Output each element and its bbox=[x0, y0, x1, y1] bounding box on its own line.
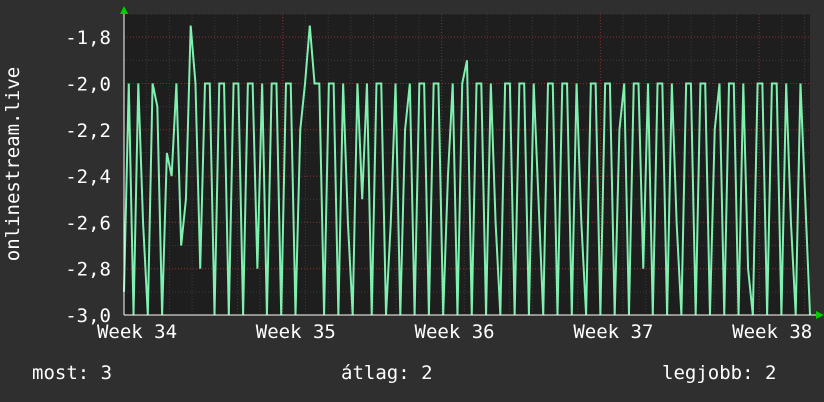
y-tick-label: -2,2 bbox=[65, 120, 111, 142]
x-tick-label: Week 37 bbox=[573, 321, 653, 343]
y-axis-label: onlinestream.live bbox=[2, 67, 24, 261]
x-tick-label: Week 38 bbox=[732, 321, 812, 343]
x-tick-label: Week 35 bbox=[256, 321, 336, 343]
y-tick-label: -2,4 bbox=[65, 166, 111, 188]
x-tick-label: Week 34 bbox=[97, 321, 177, 343]
x-axis-ticks: Week 34 Week 35 Week 36 Week 37 Week 38 bbox=[97, 321, 812, 343]
x-axis-arrow bbox=[816, 311, 824, 319]
x-tick-label: Week 36 bbox=[415, 321, 495, 343]
y-axis-arrow bbox=[120, 6, 128, 14]
chart: -1,8-2,0-2,2-2,4-2,6-2,8-3,0 Week 34 Week… bbox=[2, 6, 824, 343]
y-tick-label: -2,8 bbox=[65, 259, 111, 281]
stat-best: legjobb: 2 bbox=[662, 362, 777, 384]
stat-current: most: 3 bbox=[32, 362, 113, 384]
y-tick-label: -2,6 bbox=[65, 212, 111, 234]
y-axis-ticks: -1,8-2,0-2,2-2,4-2,6-2,8-3,0 bbox=[65, 27, 111, 327]
stat-average: átlag: 2 bbox=[341, 362, 433, 384]
y-tick-label: -1,8 bbox=[65, 27, 111, 49]
y-tick-label: -2,0 bbox=[65, 73, 111, 95]
